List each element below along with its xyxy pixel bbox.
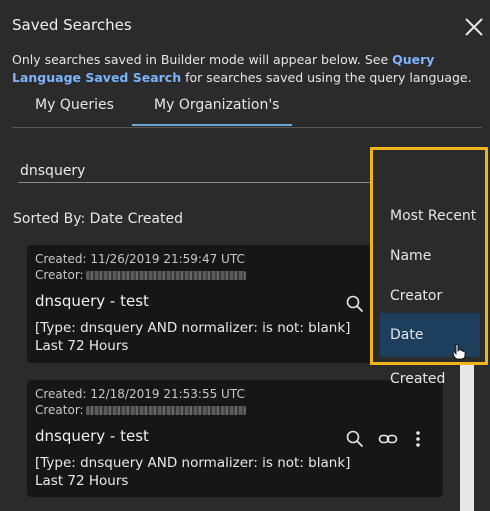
creator: Creator: bbox=[35, 403, 246, 417]
search-range: Last 72 Hours bbox=[35, 473, 129, 489]
tab-my-organizations[interactable]: My Organization's bbox=[154, 97, 279, 113]
created-date: Created: 12/18/2019 21:53:55 UTC bbox=[35, 387, 245, 401]
panel-title: Saved Searches bbox=[12, 16, 132, 34]
info-prefix: Only searches saved in Builder mode will… bbox=[12, 52, 393, 67]
search-icon[interactable] bbox=[346, 430, 364, 448]
sort-option-name[interactable]: Name bbox=[380, 243, 480, 269]
active-tab-indicator bbox=[132, 124, 292, 126]
saved-search-card[interactable]: Created: 12/18/2019 21:53:55 UTC Creator… bbox=[27, 380, 443, 497]
info-suffix: for searches saved using the query langu… bbox=[181, 70, 472, 85]
sort-option-creator[interactable]: Creator bbox=[380, 283, 480, 309]
search-name: dnsquery - test bbox=[35, 427, 149, 445]
search-range: Last 72 Hours bbox=[35, 338, 129, 354]
sorted-by-label: Sorted By: Date Created bbox=[13, 211, 184, 227]
search-query: [Type: dnsquery AND normalizer: is not: … bbox=[35, 320, 351, 336]
search-icon[interactable] bbox=[346, 295, 364, 313]
creator-label: Creator: bbox=[35, 268, 84, 282]
hand-cursor-icon bbox=[452, 344, 466, 360]
created-date: Created: 11/26/2019 21:59:47 UTC bbox=[35, 252, 245, 266]
creator-redacted bbox=[85, 406, 246, 415]
search-query: [Type: dnsquery AND normalizer: is not: … bbox=[35, 455, 351, 471]
sort-menu: Most Recent Name Creator Date Created bbox=[370, 147, 488, 387]
link-icon[interactable] bbox=[378, 430, 398, 448]
sort-option-most-recent[interactable]: Most Recent bbox=[380, 203, 480, 229]
scrollbar[interactable] bbox=[460, 360, 474, 511]
search-name: dnsquery - test bbox=[35, 292, 149, 310]
info-text: Only searches saved in Builder mode will… bbox=[12, 51, 482, 87]
more-vert-icon[interactable] bbox=[413, 430, 423, 448]
tab-bar: My Queries My Organization's bbox=[12, 95, 482, 128]
tab-my-queries[interactable]: My Queries bbox=[35, 97, 114, 113]
creator-label: Creator: bbox=[35, 403, 84, 417]
creator-redacted bbox=[85, 271, 246, 280]
creator: Creator: bbox=[35, 268, 246, 282]
close-icon[interactable] bbox=[463, 16, 485, 38]
